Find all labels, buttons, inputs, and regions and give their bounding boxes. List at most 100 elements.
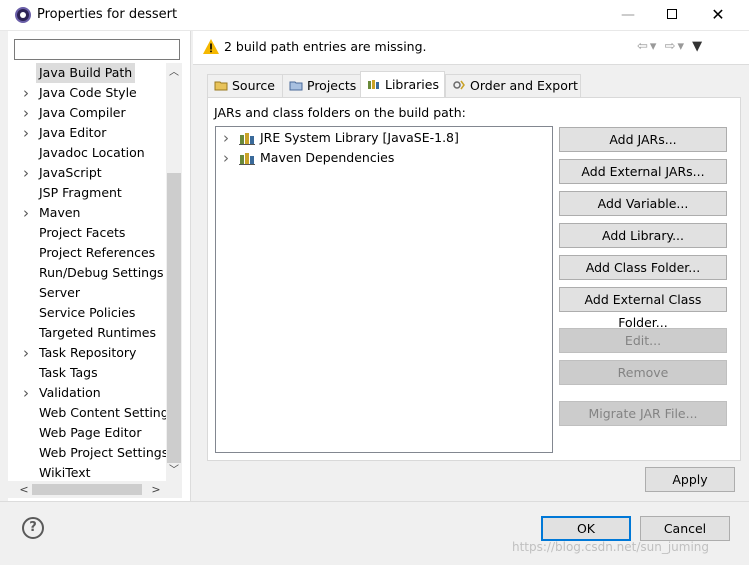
add-jars-button[interactable]: Add JARs... xyxy=(559,127,727,152)
close-button[interactable]: ✕ xyxy=(698,4,738,26)
tree-item-label: Java Build Path xyxy=(36,63,136,83)
scroll-left-icon[interactable]: < xyxy=(16,481,32,498)
add-external-class-folder-button[interactable]: Add External Class Folder... xyxy=(559,287,727,330)
tab-projects[interactable]: Projects xyxy=(282,74,361,97)
add-class-folder-button[interactable]: Add Class Folder... xyxy=(559,255,727,280)
tab-order-and-export[interactable]: Order and Export xyxy=(445,74,581,97)
window-title: Properties for dessert xyxy=(37,7,178,22)
library-jar-icon xyxy=(239,133,255,145)
tree-item-label: Web Project Settings xyxy=(39,445,166,460)
tree-item-label: WikiText xyxy=(39,465,91,480)
order-export-icon xyxy=(453,80,465,90)
tree-item[interactable]: Javadoc Location xyxy=(8,143,166,163)
tree-item[interactable]: JSP Fragment xyxy=(8,183,166,203)
tree-item[interactable]: › JavaScript xyxy=(8,163,166,183)
scroll-up-icon[interactable]: ︿ xyxy=(166,65,182,81)
forward-dropdown-icon[interactable]: ▾ xyxy=(677,39,686,54)
view-menu-icon[interactable]: ▼ xyxy=(692,39,704,54)
source-folder-icon xyxy=(214,81,228,91)
tree-item[interactable]: › Java Compiler xyxy=(8,103,166,123)
libraries-caption: JARs and class folders on the build path… xyxy=(214,105,466,120)
maximize-icon xyxy=(667,9,677,19)
tree-item-label: Targeted Runtimes xyxy=(39,325,156,340)
cancel-button[interactable]: Cancel xyxy=(640,516,730,541)
scroll-down-icon[interactable]: ﹀ xyxy=(166,463,182,479)
tree-item[interactable]: Project References xyxy=(8,243,166,263)
expand-chevron-icon[interactable]: › xyxy=(23,343,33,363)
message-header: 2 build path entries are missing. ⇦▾ ⇨▾ … xyxy=(193,31,749,65)
preference-tree: Java Build Path › Java Code Style › Java Com… xyxy=(8,63,166,481)
library-entry-label: JRE System Library [JavaSE-1.8] xyxy=(260,130,459,145)
minimize-button[interactable]: — xyxy=(608,4,648,26)
tab-libraries[interactable]: Libraries xyxy=(360,71,445,97)
tree-item-label: Project References xyxy=(39,245,156,260)
tree-item[interactable]: Run/Debug Settings xyxy=(8,263,166,283)
library-entry-label: Maven Dependencies xyxy=(260,150,395,165)
tree-item[interactable]: › Task Repository xyxy=(8,343,166,363)
library-jar-icon xyxy=(239,153,255,165)
add-library-button[interactable]: Add Library... xyxy=(559,223,727,248)
tree-item[interactable]: Web Page Editor xyxy=(8,423,166,443)
tree-item[interactable]: Java Build Path xyxy=(8,63,166,83)
back-arrow-icon[interactable]: ⇦ xyxy=(637,39,650,54)
history-nav: ⇦▾ ⇨▾ ▼ xyxy=(637,39,704,54)
expand-chevron-icon[interactable]: › xyxy=(23,203,33,223)
expand-chevron-icon[interactable]: › xyxy=(223,148,229,168)
tree-item[interactable]: › Validation xyxy=(8,383,166,403)
tree-item[interactable]: › Java Editor xyxy=(8,123,166,143)
tree-item[interactable]: Targeted Runtimes xyxy=(8,323,166,343)
tree-item[interactable]: WikiText xyxy=(8,463,166,481)
tree-item[interactable]: › Maven xyxy=(8,203,166,223)
expand-chevron-icon[interactable]: › xyxy=(23,383,33,403)
expand-chevron-icon[interactable]: › xyxy=(23,123,33,143)
tree-item[interactable]: Task Tags xyxy=(8,363,166,383)
build-path-entries[interactable]: › JRE System Library [JavaSE-1.8] › Maven D… xyxy=(215,126,553,453)
tree-horizontal-scrollbar[interactable]: < > xyxy=(8,481,182,498)
help-icon[interactable]: ? xyxy=(22,517,44,539)
scroll-right-icon[interactable]: > xyxy=(148,481,164,498)
expand-chevron-icon[interactable]: › xyxy=(223,128,229,148)
back-dropdown-icon[interactable]: ▾ xyxy=(650,39,659,54)
edit-button[interactable]: Edit... xyxy=(559,328,727,353)
expand-chevron-icon[interactable]: › xyxy=(23,103,33,123)
tab-source[interactable]: Source xyxy=(207,74,283,97)
tree-item-label: Maven xyxy=(39,205,81,220)
tree-item[interactable]: Server xyxy=(8,283,166,303)
tree-item-label: Java Editor xyxy=(39,125,107,140)
tree-item-label: Server xyxy=(39,285,80,300)
tree-item-label: Validation xyxy=(39,385,101,400)
add-variable-button[interactable]: Add Variable... xyxy=(559,191,727,216)
hscroll-thumb[interactable] xyxy=(32,484,142,495)
tree-item-label: JavaScript xyxy=(39,165,102,180)
warning-icon xyxy=(203,39,219,54)
filter-input[interactable] xyxy=(14,39,180,60)
preference-nav: Java Build Path › Java Code Style › Java Com… xyxy=(8,31,191,501)
forward-arrow-icon[interactable]: ⇨ xyxy=(665,39,678,54)
tree-item-label: Task Repository xyxy=(39,345,137,360)
tree-item-label: Project Facets xyxy=(39,225,126,240)
dialog-footer: ? OK Cancel https://blog.csdn.net/sun_ju… xyxy=(0,501,749,565)
tree-item-label: Service Policies xyxy=(39,305,136,320)
tree-item-label: Java Code Style xyxy=(39,85,137,100)
tree-item-label: Javadoc Location xyxy=(39,145,145,160)
maximize-button[interactable] xyxy=(652,4,692,26)
remove-button[interactable]: Remove xyxy=(559,360,727,385)
tree-vertical-scrollbar[interactable]: ︿ ﹀ xyxy=(166,63,182,481)
expand-chevron-icon[interactable]: › xyxy=(23,83,33,103)
tree-item[interactable]: › Java Code Style xyxy=(8,83,166,103)
scroll-thumb[interactable] xyxy=(167,173,181,463)
add-external-jars-button[interactable]: Add External JARs... xyxy=(559,159,727,184)
tree-item-label: Java Compiler xyxy=(39,105,126,120)
tree-item[interactable]: Project Facets xyxy=(8,223,166,243)
tree-item[interactable]: Web Project Settings xyxy=(8,443,166,463)
tree-item[interactable]: Web Content Settings xyxy=(8,403,166,423)
migrate-jar-button[interactable]: Migrate JAR File... xyxy=(559,401,727,426)
tree-item[interactable]: Service Policies xyxy=(8,303,166,323)
expand-chevron-icon[interactable]: › xyxy=(23,163,33,183)
tree-item-label: Web Page Editor xyxy=(39,425,142,440)
tree-item-label: JSP Fragment xyxy=(39,185,122,200)
ok-button[interactable]: OK xyxy=(541,516,631,541)
watermark: https://blog.csdn.net/sun_juming xyxy=(512,540,710,554)
properties-page: 2 build path entries are missing. ⇦▾ ⇨▾ … xyxy=(193,31,749,501)
apply-button[interactable]: Apply xyxy=(645,467,735,492)
